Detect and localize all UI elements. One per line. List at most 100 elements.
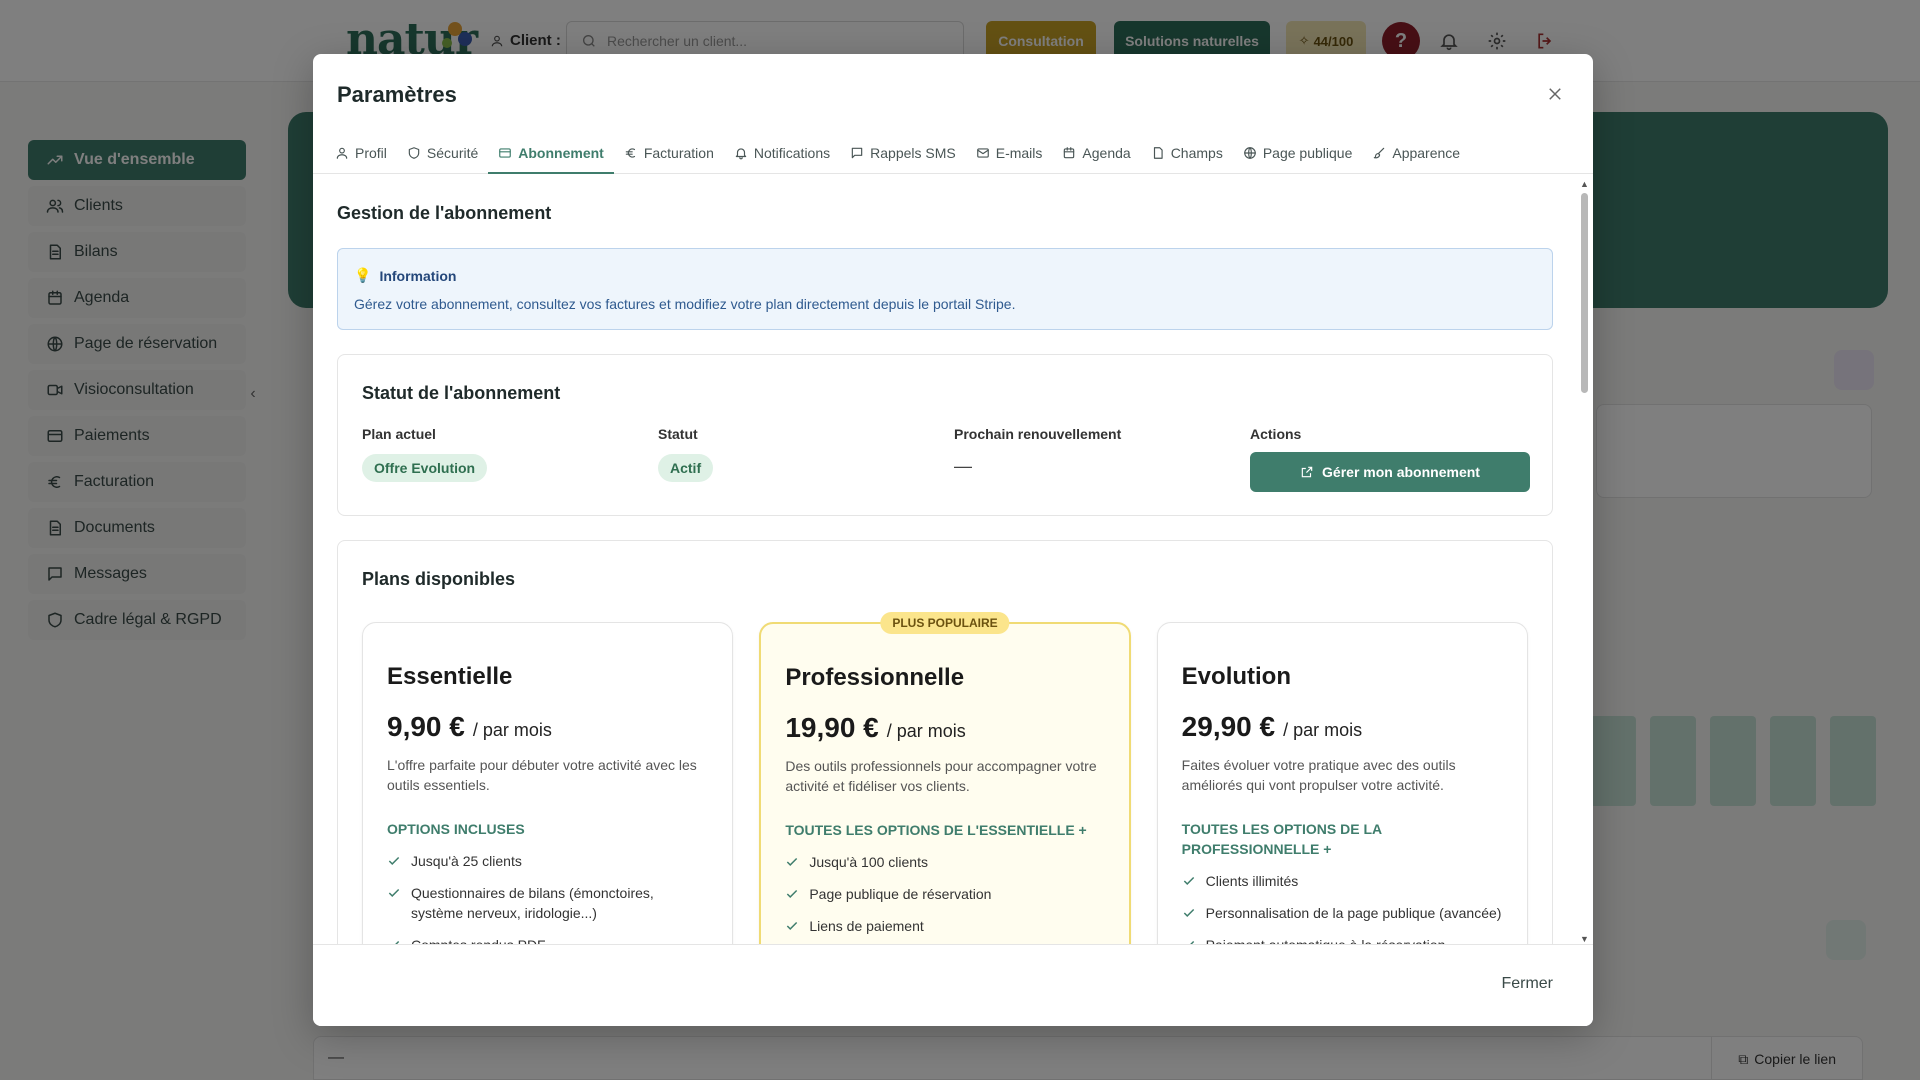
- tab-abonnement[interactable]: Abonnement: [488, 134, 614, 174]
- plans-row: Essentielle 9,90 € / par mois L'offre pa…: [362, 612, 1528, 944]
- check-icon: [388, 888, 400, 897]
- plan-price-amount: 9,90 €: [387, 711, 465, 742]
- check-icon: [787, 921, 798, 930]
- status-grid: Plan actuel Offre Evolution Statut Actif…: [362, 426, 1530, 492]
- tab-apparence[interactable]: Apparence: [1362, 134, 1470, 174]
- globe-icon: [1243, 147, 1256, 159]
- renewal-column: Prochain renouvellement —: [954, 426, 1250, 492]
- tab-label: Agenda: [1082, 145, 1131, 161]
- modal-title: Paramètres: [337, 82, 457, 107]
- tab-label: Rappels SMS: [870, 145, 956, 161]
- message-icon: [851, 147, 863, 159]
- tab-label: E-mails: [995, 145, 1043, 161]
- status-column: Statut Actif: [658, 426, 954, 492]
- tab-rappels-sms[interactable]: Rappels SMS: [840, 134, 966, 174]
- modal-header: Paramètres: [313, 54, 1593, 134]
- renewal-value: —: [954, 456, 972, 476]
- check-icon: [395, 940, 400, 944]
- status-card-title: Statut de l'abonnement: [362, 383, 561, 403]
- tab-label: Champs: [1170, 145, 1223, 161]
- plan-description: Des outils professionnels pour accompagn…: [785, 758, 1097, 794]
- plan-options-title: OPTIONS INCLUSES: [387, 821, 525, 837]
- settings-tabs: Profil Sécurité Abonnement Facturation Notif…: [313, 134, 1593, 174]
- plan-name: Essentielle: [387, 663, 513, 690]
- scroll-down-icon[interactable]: ▼: [1580, 934, 1589, 944]
- modal-body: Gestion de l'abonnement 💡 Information Gé…: [313, 175, 1577, 944]
- status-badge: Actif: [658, 454, 714, 482]
- mail-icon: [976, 148, 989, 158]
- plan-price-period: / par mois: [1283, 720, 1363, 740]
- plan-feature-text: Questionnaires de bilans (émonctoires, s…: [411, 885, 654, 921]
- tab-page-publique[interactable]: Page publique: [1233, 134, 1363, 174]
- file-icon: [1153, 147, 1163, 159]
- status-label: Statut: [658, 426, 698, 442]
- lightbulb-icon: 💡: [354, 267, 372, 283]
- close-icon[interactable]: [1543, 82, 1567, 106]
- calendar-icon: [1064, 147, 1075, 159]
- plan-card-essentielle[interactable]: Essentielle 9,90 € / par mois L'offre pa…: [362, 622, 734, 944]
- plan-feature-text: Jusqu'à 25 clients: [411, 853, 522, 869]
- plan-feature: Liens de paiement: [785, 916, 1104, 936]
- info-title: 💡 Information: [354, 267, 1536, 284]
- plan-feature: Page publique de réservation: [785, 884, 1104, 904]
- tab-agenda[interactable]: Agenda: [1052, 134, 1140, 174]
- tab-champs[interactable]: Champs: [1141, 134, 1233, 174]
- popular-badge: PLUS POPULAIRE: [880, 612, 1010, 634]
- plan-badge: Offre Evolution: [362, 454, 488, 482]
- plan-feature: Jusqu'à 25 clients: [387, 851, 708, 871]
- plan-name: Evolution: [1181, 663, 1291, 690]
- plan-feature: Personnalisation de la page publique (av…: [1182, 903, 1503, 923]
- plan-feature: Paiement automatique à la réservation: [1182, 935, 1503, 944]
- shield-icon: [408, 147, 420, 159]
- tab-securite[interactable]: Sécurité: [397, 134, 488, 174]
- info-title-text: Information: [379, 267, 457, 284]
- tab-label: Page publique: [1262, 145, 1353, 161]
- plan-card-professionnelle[interactable]: PLUS POPULAIRE Professionnelle 19,90 € / …: [759, 612, 1131, 944]
- brush-icon: [1374, 147, 1385, 159]
- available-plans-card: Plans disponibles Essentielle 9,90 € / p…: [337, 540, 1553, 944]
- manage-button-label: Gérer mon abonnement: [1322, 464, 1480, 480]
- info-box: 💡 Information Gérez votre abonnement, co…: [337, 248, 1553, 330]
- tab-label: Facturation: [643, 145, 714, 161]
- actions-label: Actions: [1250, 426, 1302, 442]
- tab-facturation[interactable]: Facturation: [614, 134, 724, 174]
- plan-feature-text: Personnalisation de la page publique (av…: [1205, 905, 1502, 921]
- check-icon: [1183, 908, 1194, 917]
- user-icon: [336, 147, 348, 159]
- plan-options-title: TOUTES LES OPTIONS DE LA PROFESSIONNELLE…: [1181, 821, 1382, 857]
- plan-description: Faites évoluer votre pratique avec des o…: [1181, 757, 1456, 793]
- tab-notifications[interactable]: Notifications: [724, 134, 840, 174]
- plan-feature: Jusqu'à 100 clients: [785, 852, 1104, 872]
- plan-feature: Questionnaires de bilans (émonctoires, s…: [387, 883, 708, 923]
- plans-title: Plans disponibles: [362, 569, 516, 589]
- plan-feature-text: Liens de paiement: [809, 918, 924, 934]
- scroll-up-icon[interactable]: ▲: [1580, 179, 1589, 189]
- info-text: Gérez votre abonnement, consultez vos fa…: [354, 296, 1016, 312]
- modal-scrollbar[interactable]: ▲ ▼: [1579, 179, 1589, 944]
- bell-icon: [735, 148, 747, 160]
- check-icon: [1189, 940, 1194, 944]
- plan-feature-text: Jusqu'à 100 clients: [809, 854, 928, 870]
- tab-label: Abonnement: [518, 145, 604, 161]
- euro-icon: [625, 148, 635, 158]
- manage-subscription-button[interactable]: Gérer mon abonnement: [1250, 452, 1530, 492]
- plan-name: Professionnelle: [785, 664, 965, 691]
- actions-column: Actions Gérer mon abonnement: [1250, 426, 1530, 492]
- plan-feature-text: Paiement automatique à la réservation: [1206, 935, 1446, 944]
- tab-profil[interactable]: Profil: [325, 134, 397, 174]
- check-icon: [787, 857, 798, 866]
- plan-column: Plan actuel Offre Evolution: [362, 426, 658, 492]
- plan-card-evolution[interactable]: Evolution 29,90 € / par mois Faites évol…: [1156, 622, 1528, 944]
- plan-price-period: / par mois: [886, 721, 966, 741]
- plan-feature: Clients illimités: [1182, 871, 1503, 891]
- tab-e-mails[interactable]: E-mails: [966, 134, 1053, 174]
- plan-description: L'offre parfaite pour débuter votre acti…: [387, 757, 697, 793]
- scroll-thumb[interactable]: [1581, 193, 1588, 393]
- tab-label: Apparence: [1392, 145, 1461, 161]
- plan-price-amount: 29,90 €: [1181, 711, 1276, 742]
- plan-feature-text: Clients illimités: [1205, 873, 1299, 889]
- close-button[interactable]: Fermer: [1501, 975, 1553, 993]
- external-link-icon: [1301, 466, 1313, 478]
- check-icon: [787, 889, 798, 898]
- tab-label: Sécurité: [426, 145, 479, 161]
